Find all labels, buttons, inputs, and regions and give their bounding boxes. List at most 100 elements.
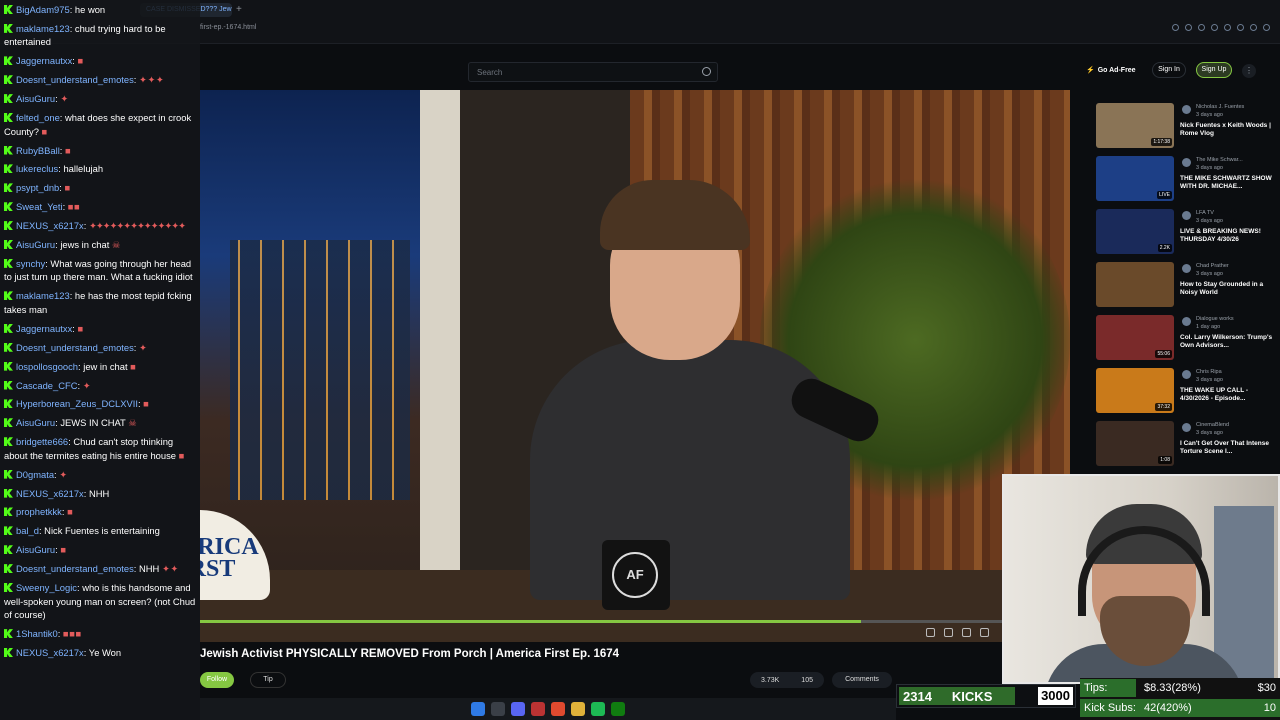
more-menu-icon[interactable]: ⋮: [1242, 64, 1256, 78]
channel-avatar[interactable]: [1182, 211, 1191, 220]
video-thumbnail[interactable]: LIVE: [1096, 156, 1174, 201]
chat-username[interactable]: Jaggernautxx: [16, 55, 72, 66]
search-taskbar-icon[interactable]: [491, 702, 505, 716]
search-input[interactable]: Search: [468, 62, 718, 82]
chat-username[interactable]: felted_one: [16, 112, 60, 123]
extension-icon[interactable]: [1263, 24, 1270, 31]
chat-username[interactable]: Cascade_CFC: [16, 380, 77, 391]
xbox-icon[interactable]: [611, 702, 625, 716]
video-thumbnail[interactable]: 2.2K: [1096, 209, 1174, 254]
chat-username[interactable]: 1Shantik0: [16, 628, 58, 639]
new-tab-button[interactable]: +: [236, 4, 242, 15]
go-adfree-link[interactable]: Go Ad-Free: [1086, 66, 1136, 74]
extension-icon[interactable]: [1250, 24, 1257, 31]
channel-avatar[interactable]: [1182, 105, 1191, 114]
sign-in-button[interactable]: Sign In: [1152, 62, 1186, 78]
chat-username[interactable]: lospollosgooch: [16, 361, 78, 372]
video-title-link[interactable]: How to Stay Grounded in a Noisy World: [1180, 281, 1276, 297]
sign-up-button[interactable]: Sign Up: [1196, 62, 1232, 78]
recommended-video[interactable]: 1:08 CinemaBlend 3 days ago I Can't Get Ove…: [1094, 418, 1280, 471]
video-thumbnail[interactable]: 37:32: [1096, 368, 1174, 413]
video-thumbnail[interactable]: 1:08: [1096, 421, 1174, 466]
chat-username[interactable]: Sweat_Yeti: [16, 201, 63, 212]
browser-icon[interactable]: [551, 702, 565, 716]
address-bar[interactable]: first-ep.-1674.html: [200, 24, 256, 31]
chat-username[interactable]: Doesnt_understand_emotes: [16, 74, 134, 85]
tip-button[interactable]: Tip: [250, 672, 286, 688]
video-title-link[interactable]: THE MIKE SCHWARTZ SHOW WITH DR. MICHAE..…: [1180, 175, 1276, 191]
chat-username[interactable]: NEXUS_x6217x: [16, 647, 84, 658]
video-title-link[interactable]: LIVE & BREAKING NEWS! THURSDAY 4/30/26: [1180, 228, 1276, 244]
recommended-video[interactable]: 2.2K LFA TV 3 days ago LIVE & BREAKING NEWS…: [1094, 206, 1280, 259]
channel-name[interactable]: Dialogue works: [1196, 316, 1234, 322]
chat-username[interactable]: Doesnt_understand_emotes: [16, 563, 134, 574]
extension-icon[interactable]: [1198, 24, 1205, 31]
chat-username[interactable]: NEXUS_x6217x: [16, 488, 84, 499]
chat-username[interactable]: maklame123: [16, 290, 70, 301]
video-title-link[interactable]: THE WAKE UP CALL - 4/30/2026 - Episode..…: [1180, 387, 1276, 403]
dislike-button[interactable]: 105: [801, 677, 813, 684]
video-thumbnail[interactable]: 1:17:38: [1096, 103, 1174, 148]
channel-avatar[interactable]: [1182, 264, 1191, 273]
extension-icon[interactable]: [1185, 24, 1192, 31]
channel-name[interactable]: Chris Ripa: [1196, 369, 1222, 375]
channel-name[interactable]: LFA TV: [1196, 210, 1214, 216]
video-title-link[interactable]: I Can't Get Over That Intense Torture Sc…: [1180, 440, 1276, 456]
channel-avatar[interactable]: [1182, 370, 1191, 379]
channel-name[interactable]: Chad Prather: [1196, 263, 1229, 269]
video-thumbnail[interactable]: [1096, 262, 1174, 307]
video-title-link[interactable]: Nick Fuentes x Keith Woods | Rome Vlog: [1180, 122, 1276, 138]
recommended-video[interactable]: Chad Prather 3 days ago How to Stay Ground…: [1094, 259, 1280, 312]
windows-start-icon[interactable]: [471, 702, 485, 716]
recommended-video[interactable]: 1:17:38 Nicholas J. Fuentes 3 days ago Nick…: [1094, 100, 1280, 153]
fullscreen-icon[interactable]: [980, 628, 989, 637]
search-icon[interactable]: [702, 67, 711, 76]
chat-username[interactable]: synchy: [16, 258, 45, 269]
chat-username[interactable]: Jaggernautxx: [16, 323, 72, 334]
spotify-icon[interactable]: [591, 702, 605, 716]
channel-avatar[interactable]: [1182, 317, 1191, 326]
extension-icon[interactable]: [1237, 24, 1244, 31]
chat-username[interactable]: lukereclus: [16, 163, 58, 174]
chat-username[interactable]: Hyperborean_Zeus_DCLXVII: [16, 398, 138, 409]
video-thumbnail[interactable]: 55:06: [1096, 315, 1174, 360]
chat-username[interactable]: AisuGuru: [16, 544, 55, 555]
chat-username[interactable]: Sweeny_Logic: [16, 582, 77, 593]
video-title-link[interactable]: Col. Larry Wilkerson: Trump's Own Adviso…: [1180, 334, 1276, 350]
chat-username[interactable]: RubyBBall: [16, 145, 60, 156]
video-progress-bar[interactable]: [200, 620, 1070, 623]
channel-avatar[interactable]: [1182, 423, 1191, 432]
extension-icon[interactable]: [1211, 24, 1218, 31]
theater-mode-icon[interactable]: [944, 628, 953, 637]
chat-username[interactable]: Doesnt_understand_emotes: [16, 342, 134, 353]
chat-username[interactable]: bridgette666: [16, 436, 68, 447]
recommended-video[interactable]: 37:32 Chris Ripa 3 days ago THE WAKE UP CAL…: [1094, 365, 1280, 418]
comments-button[interactable]: Comments: [832, 672, 892, 688]
video-player[interactable]: AF AMERICA FIRST: [200, 90, 1070, 642]
channel-name[interactable]: The Mike Schwar...: [1196, 157, 1243, 163]
channel-name[interactable]: Nicholas J. Fuentes: [1196, 104, 1244, 110]
channel-avatar[interactable]: [1182, 158, 1191, 167]
follow-button[interactable]: Follow: [200, 672, 234, 688]
chat-username[interactable]: AisuGuru: [16, 93, 55, 104]
discord-icon[interactable]: [511, 702, 525, 716]
chat-username[interactable]: AisuGuru: [16, 239, 55, 250]
chat-username[interactable]: bal_d: [16, 525, 39, 536]
chat-username[interactable]: BigAdam975: [16, 4, 70, 15]
chat-username[interactable]: psypt_dnb: [16, 182, 59, 193]
extension-icon[interactable]: [1224, 24, 1231, 31]
recording-icon[interactable]: [531, 702, 545, 716]
extension-icon[interactable]: [1172, 24, 1179, 31]
chat-username[interactable]: maklame123: [16, 23, 70, 34]
recommended-video[interactable]: LIVE The Mike Schwar... 3 days ago THE MIKE…: [1094, 153, 1280, 206]
settings-icon[interactable]: [926, 628, 935, 637]
recommended-video[interactable]: 55:06 Dialogue works 1 day ago Col. Larry W…: [1094, 312, 1280, 365]
like-button[interactable]: 3.73K: [761, 677, 779, 684]
chat-username[interactable]: NEXUS_x6217x: [16, 220, 84, 231]
channel-name[interactable]: CinemaBlend: [1196, 422, 1229, 428]
autoplay-toggle-icon[interactable]: [962, 628, 971, 637]
chat-username[interactable]: D0gmata: [16, 469, 54, 480]
file-explorer-icon[interactable]: [571, 702, 585, 716]
chat-username[interactable]: AisuGuru: [16, 417, 55, 428]
chat-username[interactable]: prophetkkk: [16, 506, 62, 517]
